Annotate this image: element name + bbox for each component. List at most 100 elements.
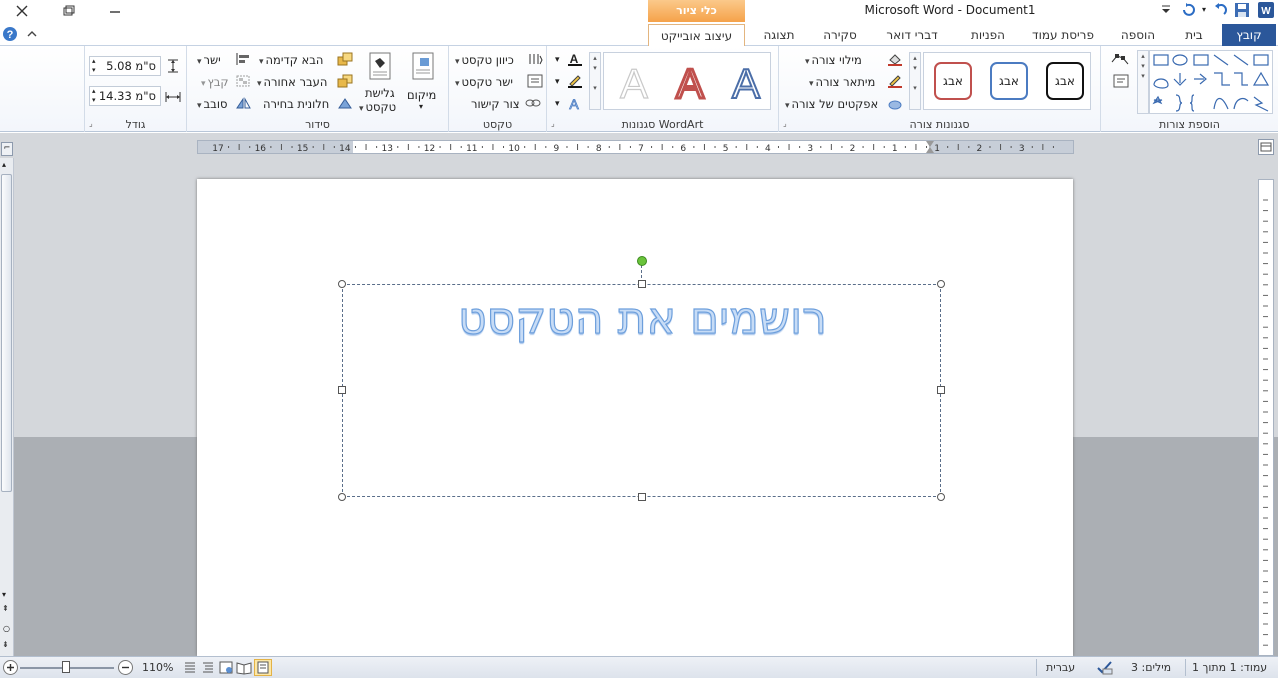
width-value[interactable]: 14.33 ס"מ	[99, 89, 156, 103]
zoom-level[interactable]: 110%	[142, 661, 173, 674]
shape-style-preset-black[interactable]: אבג	[1046, 62, 1084, 100]
wordart-gallery-scroll[interactable]: ▴ ▾ ▾	[589, 52, 601, 110]
ruler-label: 10	[508, 144, 520, 153]
minimize-ribbon-button[interactable]	[26, 28, 38, 40]
repeat-button[interactable]	[1180, 2, 1196, 18]
shape-styles-scroll[interactable]: ▴ ▾ ▾	[909, 52, 921, 110]
vertical-ruler[interactable]	[1258, 179, 1274, 656]
tab-home[interactable]: בית	[1172, 24, 1216, 46]
tab-page-layout[interactable]: פריסת עמוד	[1020, 24, 1106, 46]
status-language[interactable]: עברית	[1046, 661, 1075, 674]
selection-pane-button[interactable]: חלונית בחירה	[263, 95, 355, 113]
wordart-text-box[interactable]: רושמים את הטקסט	[342, 284, 941, 497]
tab-insert[interactable]: הוספה	[1110, 24, 1166, 46]
minimize-icon	[110, 11, 120, 13]
edit-shape-button[interactable]	[1109, 52, 1131, 68]
proofing-button[interactable]	[1096, 659, 1114, 675]
scroll-down-arrow[interactable]: ▾	[2, 590, 6, 599]
tab-review[interactable]: סקירה	[812, 24, 868, 46]
qat-customize-button[interactable]	[1160, 3, 1172, 17]
view-outline-button[interactable]	[200, 660, 216, 675]
previous-page-button[interactable]: ⇞	[2, 604, 9, 613]
rotate-button[interactable]: סובב	[197, 95, 253, 113]
resize-handle-bottom[interactable]	[638, 493, 646, 501]
save-button[interactable]	[1234, 2, 1250, 18]
height-value[interactable]: 5.08 ס"מ	[106, 59, 156, 73]
minimize-window-button[interactable]	[104, 3, 126, 19]
view-full-screen-reading-button[interactable]	[236, 660, 252, 675]
wordart-text[interactable]: רושמים את הטקסט	[343, 292, 942, 344]
tab-format[interactable]: עיצוב אובייקט	[648, 24, 745, 46]
tab-view[interactable]: תצוגה	[754, 24, 804, 46]
scroll-up-arrow[interactable]: ▴	[2, 160, 6, 169]
rotate-label: סובב	[197, 97, 228, 111]
view-web-layout-button[interactable]	[218, 660, 234, 675]
width-spinner[interactable]: ▴ ▾ 14.33 ס"מ	[89, 86, 161, 106]
undo-dropdown[interactable]: ▾	[1202, 5, 1210, 15]
tab-mailings[interactable]: דברי דואר	[874, 24, 950, 46]
shapes-gallery-scroll[interactable]: ▴ ▾ ▾	[1137, 50, 1149, 114]
ruler-label: 3	[807, 144, 813, 153]
group-button[interactable]: קבץ	[201, 73, 253, 91]
text-direction-button[interactable]: כיוון טקסט	[455, 51, 543, 69]
scroll-thumb[interactable]	[1, 174, 12, 492]
align-text-button[interactable]: ישר טקסט	[455, 73, 543, 91]
bring-forward-icon	[337, 52, 353, 66]
shape-outline-button[interactable]: מיתאר צורה	[809, 73, 905, 91]
horizontal-ruler[interactable]: 17 16 15 14 13 12 11 10 9 8 7 6 5 4 3 2 1 1 2 3	[197, 140, 1074, 154]
group-wordart-styles: A A A ▴ ▾ ▾ ▾ A ▾ ▾ A ⌟ סגנונות WordArt	[546, 46, 778, 132]
text-outline-button[interactable]: ▾	[555, 74, 583, 92]
browse-object-button[interactable]: ○	[3, 624, 10, 633]
vertical-scrollbar[interactable]: ▴ ▾ ⇞ ○ ⇟	[0, 158, 14, 656]
help-button[interactable]: ?	[2, 26, 18, 42]
ruler-toggle-button[interactable]	[1258, 139, 1274, 155]
draw-text-box-button[interactable]	[1113, 74, 1129, 88]
wrap-text-button[interactable]: גלישת טקסט	[359, 50, 401, 114]
zoom-in-button[interactable]	[3, 660, 18, 675]
resize-handle-right[interactable]	[937, 386, 945, 394]
restore-window-button[interactable]	[58, 3, 80, 19]
status-words[interactable]: מילים: 3	[1131, 661, 1171, 674]
create-link-button[interactable]: צור קישור	[469, 95, 543, 113]
shapes-gallery-icons[interactable]	[1150, 51, 1274, 115]
status-page[interactable]: עמוד: 1 מתוך 1	[1192, 661, 1267, 674]
zoom-slider-track[interactable]	[20, 661, 114, 673]
view-print-layout-button[interactable]	[254, 659, 272, 676]
text-effects-button[interactable]: ▾ A	[555, 96, 583, 114]
position-button[interactable]: מיקום ▾	[403, 50, 443, 114]
resize-handle-bottom-right[interactable]	[937, 493, 945, 501]
bring-forward-button[interactable]: הבא קדימה	[259, 51, 355, 69]
group-size: ▴ ▾ 5.08 ס"מ ▴ ▾ 14.33 ס"מ ⌟ גודל	[84, 46, 186, 132]
zoom-slider-thumb[interactable]	[62, 661, 70, 673]
resize-handle-left[interactable]	[338, 386, 346, 394]
close-window-button[interactable]	[10, 3, 34, 19]
next-page-button[interactable]: ⇟	[2, 640, 9, 649]
shape-style-preset-blue[interactable]: אבג	[990, 62, 1028, 100]
ruler-label: 14	[339, 144, 351, 153]
width-spinner-arrows[interactable]: ▴ ▾	[92, 87, 96, 105]
tab-references[interactable]: הפניות	[958, 24, 1018, 46]
tab-file[interactable]: קובץ	[1222, 24, 1276, 46]
text-outline-icon	[568, 75, 582, 88]
resize-handle-top-right[interactable]	[937, 280, 945, 288]
close-icon	[16, 5, 28, 17]
shape-style-preset-red[interactable]: אבג	[934, 62, 972, 100]
undo-button[interactable]	[1212, 2, 1228, 18]
text-fill-button[interactable]: ▾ A	[555, 52, 583, 70]
zoom-out-button[interactable]	[118, 660, 133, 675]
send-backward-button[interactable]: העבר אחורה	[257, 73, 355, 91]
rotation-handle[interactable]	[637, 256, 647, 266]
tab-selector-button[interactable]: ⌐	[1, 142, 13, 156]
view-draft-button[interactable]	[182, 660, 198, 675]
document-page[interactable]: רושמים את הטקסט	[197, 179, 1073, 656]
status-bar: עמוד: 1 מתוך 1 מילים: 3 עברית 110%	[0, 656, 1278, 678]
resize-handle-bottom-left[interactable]	[338, 493, 346, 501]
align-button[interactable]: ישר	[197, 51, 253, 69]
height-spinner-arrows[interactable]: ▴ ▾	[92, 57, 96, 75]
height-spinner[interactable]: ▴ ▾ 5.08 ס"מ	[89, 56, 161, 76]
wordart-gallery-previews[interactable]: A A A	[604, 53, 772, 111]
resize-handle-top[interactable]	[638, 280, 646, 288]
shape-effects-button[interactable]: אפקטים של צורה	[785, 95, 905, 113]
resize-handle-top-left[interactable]	[338, 280, 346, 288]
shape-fill-button[interactable]: מילוי צורה	[805, 51, 905, 69]
